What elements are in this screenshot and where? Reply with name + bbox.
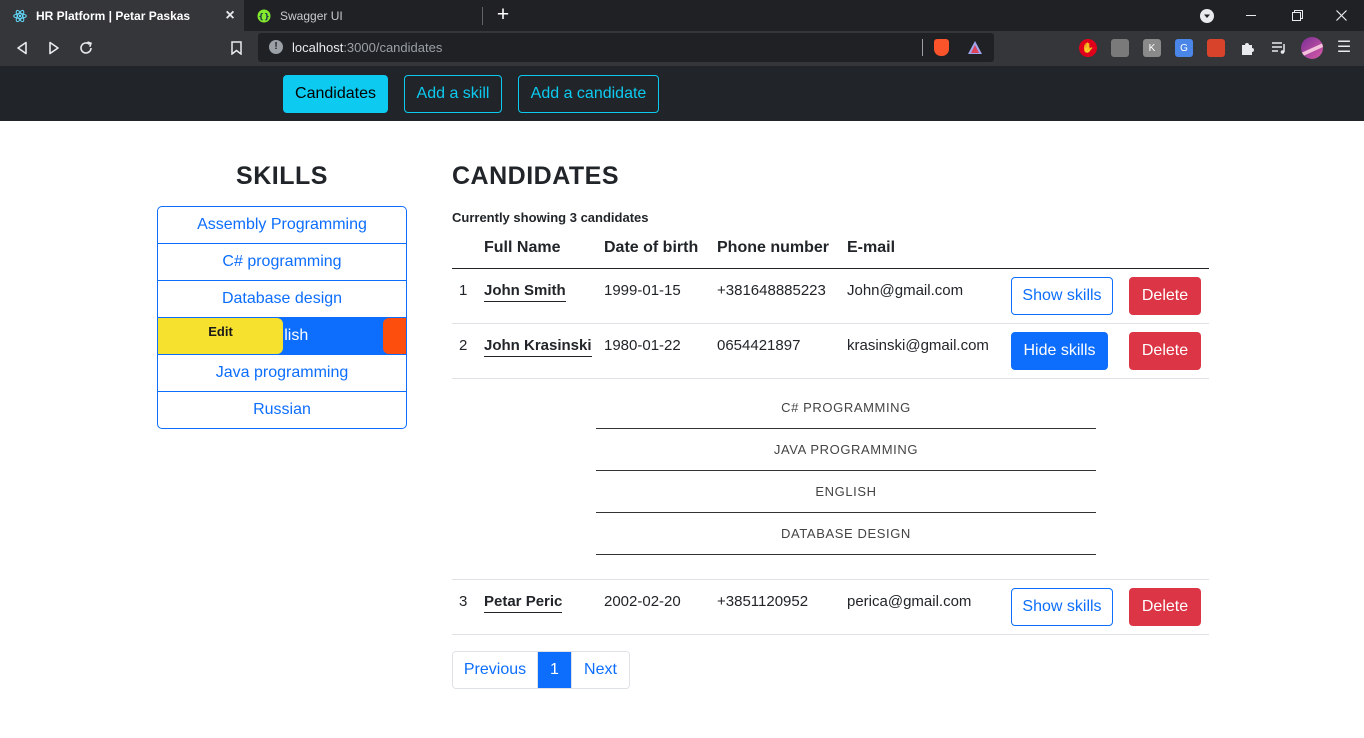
restore-icon[interactable] [1274,0,1320,31]
react-icon [13,9,27,23]
hide-skills-button[interactable]: Hide skills [1011,332,1108,370]
delete-candidate-button[interactable]: Delete [1129,332,1201,370]
extensions-puzzle-icon[interactable] [1239,39,1257,57]
address-divider [922,39,923,56]
address-bar[interactable]: ! localhost:3000/candidates [258,33,994,62]
media-queue-icon[interactable] [1270,39,1288,57]
skill-item-active[interactable]: English Edit [158,317,406,354]
skill-item[interactable]: Database design [158,280,406,317]
candidate-skill-item: DATABASE DESIGN [596,513,1096,555]
skills-heading: SKILLS [236,162,328,190]
reload-icon[interactable] [75,37,97,59]
adblock-extension-icon[interactable]: ✋ [1079,39,1097,57]
tab-title: HR Platform | Petar Paskas [36,8,191,23]
close-icon[interactable]: × [220,7,240,25]
nav-add-skill[interactable]: Add a skill [404,75,502,113]
previous-page-button[interactable]: Previous [453,652,537,688]
row-divider [452,323,1209,324]
candidate-skill-item: JAVA PROGRAMMING [596,429,1096,471]
column-header-full-name: Full Name [484,239,561,256]
show-skills-button[interactable]: Show skills [1011,277,1113,315]
row-index: 3 [459,593,468,610]
skill-item[interactable]: C# programming [158,243,406,280]
show-skills-button[interactable]: Show skills [1011,588,1113,626]
candidate-skill-item: C# PROGRAMMING [596,387,1096,429]
row-divider [452,579,1209,580]
nav-candidates[interactable]: Candidates [283,75,388,113]
candidate-email: perica@gmail.com [847,593,972,610]
tab-hr-platform[interactable]: HR Platform | Petar Paskas × [0,0,244,31]
url-host: localhost [292,40,344,55]
tab-separator [482,7,483,25]
candidate-phone: 0654421897 [717,337,801,354]
candidate-dob: 1999-01-15 [604,282,681,299]
row-index: 2 [459,337,468,354]
extension-icon[interactable] [1111,39,1129,57]
bookmark-icon[interactable] [225,37,247,59]
candidate-name-link[interactable]: Petar Peric [484,593,563,613]
site-info-icon[interactable]: ! [269,40,283,54]
candidate-phone: +3851120952 [717,593,809,610]
back-icon[interactable] [11,37,33,59]
url-text: localhost:3000/candidates [292,40,442,55]
skill-item[interactable]: Russian [158,391,406,428]
minimize-icon[interactable] [1228,0,1274,31]
candidate-email: John@gmail.com [847,282,964,299]
candidate-skill-item: ENGLISH [596,471,1096,513]
candidate-count: Currently showing 3 candidates [452,210,649,225]
url-path: :3000/candidates [343,40,443,55]
row-divider [452,634,1209,635]
new-tab-icon[interactable]: + [492,3,514,27]
column-header-date-of-birth: Date of birth [604,239,699,256]
page-button-current[interactable]: 1 [537,652,571,688]
table-header-divider [452,268,1209,269]
brave-rewards-icon[interactable] [967,40,983,60]
delete-candidate-button[interactable]: Delete [1129,277,1201,315]
brave-shields-icon[interactable] [934,39,949,56]
candidate-name-link[interactable]: John Krasinski [484,337,592,357]
translate-extension-icon[interactable]: G [1175,39,1193,57]
candidate-dob: 1980-01-22 [604,337,681,354]
skill-item-visible-label: lish [284,327,309,344]
svg-text:{}: {} [258,12,269,21]
row-divider [452,378,1209,379]
pagination: Previous 1 Next [452,651,630,689]
skills-list: Assembly Programming C# programming Data… [157,206,407,429]
skill-item[interactable]: Assembly Programming [158,207,406,243]
row-index: 1 [459,282,468,299]
browser-toolbar: ! localhost:3000/candidates ✋ K G ☰ [0,31,1364,66]
candidate-phone: +381648885223 [717,282,826,299]
close-window-icon[interactable] [1318,0,1364,31]
extension-icon[interactable]: K [1143,39,1161,57]
app-navbar: Candidates Add a skill Add a candidate [0,66,1364,121]
swagger-icon: {} [257,9,271,23]
edit-skill-button[interactable]: Edit [158,318,283,354]
candidate-email: krasinski@gmail.com [847,337,989,354]
candidate-dob: 2002-02-20 [604,593,681,610]
skill-item[interactable]: Java programming [158,354,406,391]
browser-menu-icon[interactable]: ☰ [1336,37,1352,59]
tab-title: Swagger UI [280,8,343,23]
column-header-phone: Phone number [717,239,830,256]
delete-skill-button[interactable] [383,318,406,354]
candidates-heading: CANDIDATES [452,162,620,190]
candidate-name-link[interactable]: John Smith [484,282,566,302]
profile-avatar[interactable] [1301,37,1323,59]
forward-icon[interactable] [43,37,65,59]
next-page-button[interactable]: Next [571,652,629,688]
tab-search-icon[interactable] [1184,0,1230,31]
delete-candidate-button[interactable]: Delete [1129,588,1201,626]
extension-icon[interactable] [1207,39,1225,57]
browser-tab-strip: HR Platform | Petar Paskas × {} Swagger … [0,0,1364,31]
nav-add-candidate[interactable]: Add a candidate [518,75,659,113]
column-header-email: E-mail [847,239,896,256]
tab-swagger-ui[interactable]: {} Swagger UI [244,0,482,31]
